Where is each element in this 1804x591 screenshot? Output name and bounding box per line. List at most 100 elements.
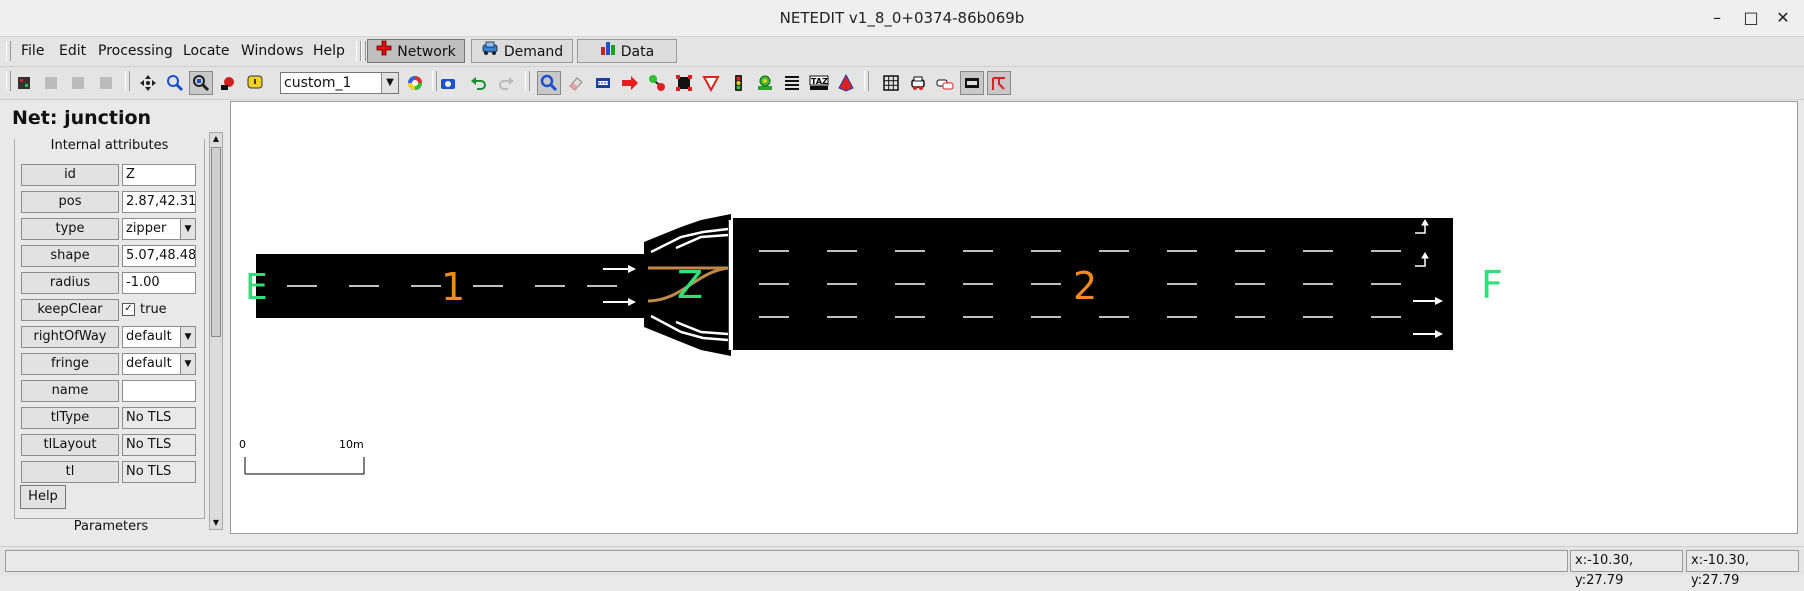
attr-label-pos[interactable]: pos xyxy=(21,191,119,213)
delete-mode-icon[interactable] xyxy=(564,71,588,95)
status-message xyxy=(5,550,1568,572)
menu-help[interactable]: Help xyxy=(313,43,345,59)
crossing-mode-icon[interactable] xyxy=(780,71,804,95)
locate-junction-icon[interactable] xyxy=(189,71,213,95)
keepclear-checkbox[interactable]: ✓ true xyxy=(122,300,167,320)
panel-scrollbar[interactable]: ▲ ▼ xyxy=(209,132,223,530)
scroll-up-icon[interactable]: ▲ xyxy=(210,133,222,145)
type-select[interactable]: zipper ▼ xyxy=(122,218,196,240)
edit-coloring-icon[interactable] xyxy=(403,71,427,95)
color-scheme-select[interactable]: custom_1 ▼ xyxy=(280,72,399,94)
attr-row-tllayout: tlLayout No TLS xyxy=(21,434,196,457)
attr-label-tltype[interactable]: tlType xyxy=(21,407,119,429)
toolbar-grip[interactable] xyxy=(6,41,11,61)
attr-label-fringe[interactable]: fringe xyxy=(21,353,119,375)
new-network-icon[interactable] xyxy=(12,71,36,95)
attr-label-tllayout[interactable]: tlLayout xyxy=(21,434,119,456)
redo-icon[interactable] xyxy=(494,71,518,95)
attr-row-radius: radius -1.00 xyxy=(21,272,196,295)
maximize-icon[interactable]: □ xyxy=(1738,6,1764,30)
select-mode-icon[interactable] xyxy=(591,71,615,95)
minimize-icon[interactable]: – xyxy=(1704,6,1730,30)
attr-label-name[interactable]: name xyxy=(21,380,119,402)
menu-locate[interactable]: Locate xyxy=(183,43,230,59)
toolbar-grip[interactable] xyxy=(125,71,130,91)
attr-label-keepclear[interactable]: keepClear xyxy=(21,299,119,321)
menu-file[interactable]: File xyxy=(21,43,44,59)
taz-mode-icon[interactable]: TAZ xyxy=(807,71,831,95)
menu-windows[interactable]: Windows xyxy=(241,43,304,59)
show-connections-icon[interactable] xyxy=(960,71,984,95)
show-demand-icon[interactable] xyxy=(906,71,930,95)
scrollbar-thumb[interactable] xyxy=(211,147,221,337)
attr-row-keepclear: keepClear ✓ true xyxy=(21,299,196,322)
title-bar: NETEDIT v1_8_0+0374-86b069b – □ ✕ xyxy=(0,0,1804,37)
car-icon xyxy=(481,40,499,64)
shape-mode-icon[interactable] xyxy=(834,71,858,95)
recenter-view-icon[interactable] xyxy=(136,71,160,95)
attr-label-rightofway[interactable]: rightOfWay xyxy=(21,326,119,348)
window-title: NETEDIT v1_8_0+0374-86b069b xyxy=(779,9,1025,27)
pos-field[interactable]: 2.87,42.31 xyxy=(122,191,196,213)
chevron-down-icon: ▼ xyxy=(180,219,195,239)
toolbar-grip[interactable] xyxy=(864,71,869,91)
move-mode-icon[interactable] xyxy=(618,71,642,95)
screenshot-icon[interactable] xyxy=(436,71,460,95)
data-mode-button[interactable]: Data xyxy=(577,39,677,63)
svg-text:TAZ: TAZ xyxy=(811,77,828,86)
attr-label-id[interactable]: id xyxy=(21,164,119,186)
network-mode-button[interactable]: Network xyxy=(367,39,465,63)
network-cross-icon xyxy=(376,40,392,64)
section-label: Internal attributes xyxy=(15,138,204,153)
close-icon[interactable]: ✕ xyxy=(1770,6,1796,30)
save-icon[interactable] xyxy=(66,71,90,95)
inspect-mode-icon[interactable] xyxy=(537,71,561,95)
junction-label-z: Z xyxy=(677,263,703,307)
fringe-select[interactable]: default ▼ xyxy=(122,353,196,375)
scale-start-label: 0 xyxy=(239,438,246,451)
main-toolbar: custom_1 ▼ TAZ xyxy=(0,67,1804,100)
change-lane-icon[interactable] xyxy=(987,71,1011,95)
attr-row-pos: pos 2.87,42.31 xyxy=(21,191,196,214)
junction-label-f: F xyxy=(1481,263,1503,307)
traffic-light-icon[interactable] xyxy=(726,71,750,95)
menu-processing[interactable]: Processing xyxy=(98,43,173,59)
prohibition-mode-icon[interactable] xyxy=(699,71,723,95)
help-button[interactable]: Help xyxy=(20,485,66,509)
grid-icon[interactable] xyxy=(879,71,903,95)
bar-chart-icon xyxy=(600,40,616,64)
toolbar-grip[interactable] xyxy=(525,71,530,91)
radius-field[interactable]: -1.00 xyxy=(122,272,196,294)
status-bar: x:-10.30, y:27.79 x:-10.30, y:27.79 xyxy=(0,546,1804,588)
id-field[interactable]: Z xyxy=(122,164,196,186)
scale-end-label: 10m xyxy=(339,438,364,451)
parameters-section-label: Parameters xyxy=(73,519,149,534)
locate-edge-icon[interactable] xyxy=(216,71,240,95)
connection-mode-icon[interactable] xyxy=(672,71,696,95)
shape-field[interactable]: 5.07,48.48 xyxy=(122,245,196,267)
create-edge-icon[interactable] xyxy=(645,71,669,95)
attr-label-shape[interactable]: shape xyxy=(21,245,119,267)
attr-label-type[interactable]: type xyxy=(21,218,119,240)
rightofway-select[interactable]: default ▼ xyxy=(122,326,196,348)
attr-row-rightofway: rightOfWay default ▼ xyxy=(21,326,196,349)
menu-edit[interactable]: Edit xyxy=(59,43,86,59)
open-icon[interactable] xyxy=(39,71,63,95)
locate-message-icon[interactable] xyxy=(243,71,267,95)
undo-icon[interactable] xyxy=(467,71,491,95)
toolbar-grip[interactable] xyxy=(6,71,11,91)
scale-bar: 0 10m xyxy=(239,438,365,475)
spread-vehicles-icon[interactable] xyxy=(933,71,957,95)
network-canvas[interactable]: E 1 Z 2 F 0 10m xyxy=(230,101,1798,534)
additional-mode-icon[interactable] xyxy=(753,71,777,95)
checkbox-checked-icon: ✓ xyxy=(122,303,135,316)
attr-label-tl[interactable]: tl xyxy=(21,461,119,483)
demand-mode-button[interactable]: Demand xyxy=(471,39,573,63)
toolbar-grip[interactable] xyxy=(361,41,366,61)
name-field[interactable] xyxy=(122,380,196,402)
attr-label-radius[interactable]: radius xyxy=(21,272,119,294)
save-as-icon[interactable] xyxy=(94,71,118,95)
scroll-down-icon[interactable]: ▼ xyxy=(210,517,222,529)
zoom-icon[interactable] xyxy=(163,71,187,95)
status-geo-coordinates: x:-10.30, y:27.79 xyxy=(1686,550,1799,588)
